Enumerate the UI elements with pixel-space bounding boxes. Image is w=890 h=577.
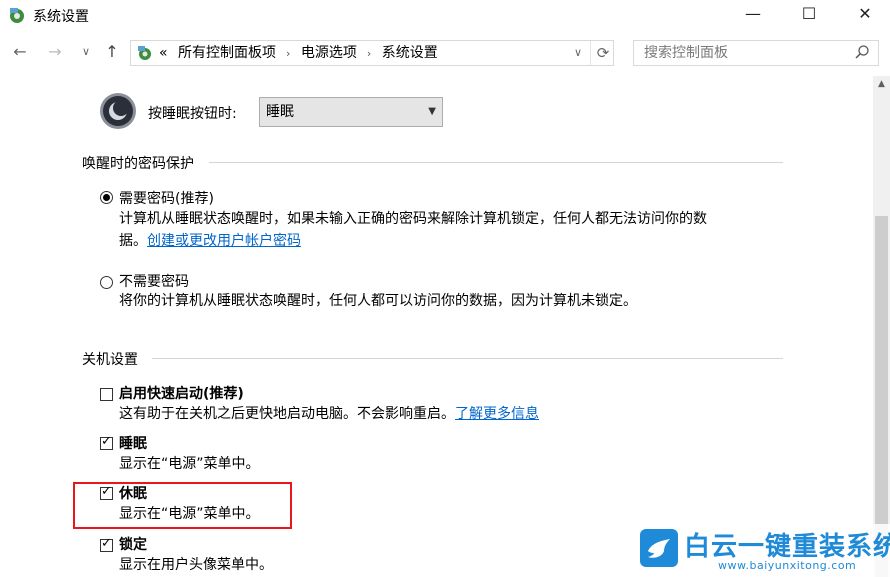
lock-description: 显示在用户头像菜单中。: [119, 557, 273, 573]
vertical-scrollbar[interactable]: ▲: [873, 76, 890, 577]
group-divider: [152, 358, 783, 359]
sleep-button-label: 按睡眠按钮时:: [148, 106, 237, 122]
recent-locations-button[interactable]: ∨: [76, 41, 96, 63]
sleep-button-action-select[interactable]: 睡眠 ▼: [259, 97, 443, 127]
scrollbar-thumb[interactable]: [875, 216, 888, 577]
breadcrumb-all-items[interactable]: 所有控制面板项: [178, 45, 276, 61]
change-password-link[interactable]: 创建或更改用户帐户密码: [147, 233, 301, 249]
refresh-button[interactable]: ⟳: [590, 41, 615, 65]
sleep-label[interactable]: 睡眠: [119, 433, 147, 453]
no-password-radio[interactable]: [100, 276, 113, 289]
no-password-label[interactable]: 不需要密码: [119, 271, 189, 291]
require-password-desc-tail: 据。: [119, 233, 147, 249]
lock-checkbox[interactable]: ✓: [100, 536, 113, 552]
fast-startup-label[interactable]: 启用快速启动(推荐): [119, 383, 244, 403]
up-button[interactable]: ↑: [102, 41, 122, 63]
breadcrumb: « 所有控制面板项 › 电源选项 › 系统设置: [159, 41, 444, 65]
require-password-desc-line-2: 据。创建或更改用户帐户密码: [119, 230, 779, 252]
fast-startup-checkbox[interactable]: [100, 388, 113, 401]
learn-more-link[interactable]: 了解更多信息: [455, 406, 539, 422]
minimize-button[interactable]: —: [730, 0, 776, 31]
require-password-label[interactable]: 需要密码(推荐): [119, 188, 214, 208]
fast-startup-description: 这有助于在关机之后更快地启动电脑。不会影响重启。了解更多信息: [119, 403, 539, 425]
maximize-button[interactable]: ☐: [786, 0, 832, 31]
settings-content: 按睡眠按钮时: 睡眠 ▼ 唤醒时的密码保护 需要密码(推荐) 计算机从睡眠状态唤…: [0, 76, 873, 577]
no-password-description: 将你的计算机从睡眠状态唤醒时，任何人都可以访问你的数据，因为计算机未锁定。: [119, 293, 637, 309]
sleep-button-action-value: 睡眠: [266, 104, 294, 120]
shutdown-group-title: 关机设置: [82, 352, 138, 368]
close-button[interactable]: ✕: [842, 0, 888, 31]
breadcrumb-overflow[interactable]: «: [159, 45, 168, 61]
require-password-desc-line: 计算机从睡眠状态唤醒时，如果未输入正确的密码来解除计算机锁定，任何人都无法访问你…: [119, 211, 707, 227]
window-title: 系统设置: [33, 9, 89, 25]
bird-logo-icon: [640, 529, 678, 567]
title-bar: 系统设置 — ☐ ✕: [0, 0, 890, 31]
sleep-checkbox[interactable]: ✓: [100, 434, 113, 450]
wake-password-group-title: 唤醒时的密码保护: [82, 156, 194, 172]
forward-button[interactable]: →: [45, 41, 65, 63]
scroll-up-arrow-icon[interactable]: ▲: [873, 76, 890, 93]
watermark-title: 白云一键重装系统: [684, 532, 890, 562]
checkmark-icon: ✓: [101, 434, 112, 449]
breadcrumb-system-settings[interactable]: 系统设置: [382, 45, 438, 61]
search-placeholder: 搜索控制面板: [644, 45, 728, 61]
checkmark-icon: ✓: [101, 536, 112, 551]
lock-label[interactable]: 锁定: [119, 534, 147, 554]
watermark-url: www.baiyunxitong.com: [718, 559, 857, 572]
fast-startup-desc-text: 这有助于在关机之后更快地启动电脑。不会影响重启。: [119, 406, 455, 422]
address-bar[interactable]: « 所有控制面板项 › 电源选项 › 系统设置 ∨ ⟳: [130, 40, 614, 66]
navigation-bar: ← → ∨ ↑ « 所有控制面板项 › 电源选项 › 系统设置 ∨ ⟳ 搜索控制面板: [0, 31, 890, 76]
address-dropdown-button[interactable]: ∨: [568, 41, 588, 65]
back-button[interactable]: ←: [10, 41, 30, 63]
breadcrumb-separator[interactable]: ›: [367, 47, 371, 60]
require-password-description: 计算机从睡眠状态唤醒时，如果未输入正确的密码来解除计算机锁定，任何人都无法访问你…: [119, 208, 779, 252]
breadcrumb-power-options[interactable]: 电源选项: [301, 45, 357, 61]
search-input[interactable]: 搜索控制面板: [633, 40, 879, 66]
watermark: 白云一键重装系统 www.baiyunxitong.com: [636, 524, 890, 577]
search-icon[interactable]: [854, 44, 870, 60]
group-divider: [209, 162, 783, 163]
control-panel-icon: [10, 8, 24, 23]
breadcrumb-separator[interactable]: ›: [286, 47, 290, 60]
sleep-description: 显示在“电源”菜单中。: [119, 456, 260, 472]
sleep-button-icon: [100, 93, 136, 129]
highlight-annotation-box: [73, 482, 292, 529]
require-password-radio[interactable]: [100, 191, 113, 204]
radio-selected-dot: [103, 194, 110, 201]
control-panel-icon: [138, 46, 151, 60]
chevron-down-icon: ▼: [428, 106, 436, 117]
